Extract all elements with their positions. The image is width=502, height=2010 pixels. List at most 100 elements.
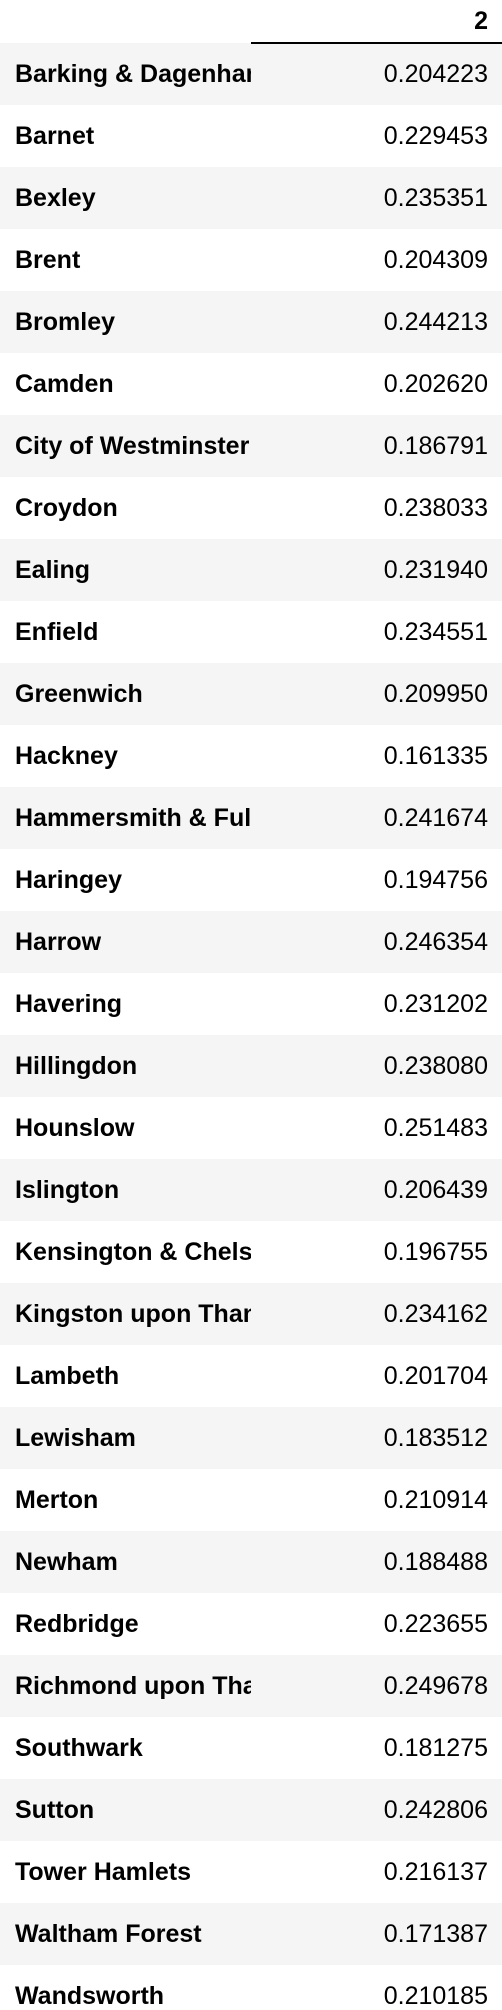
table-row: Richmond upon Thames 0.249678 bbox=[0, 1655, 502, 1717]
row-label: Havering bbox=[15, 989, 122, 1018]
table-row: Kingston upon Thames 0.234162 bbox=[0, 1283, 502, 1345]
table-row: Brent 0.204309 bbox=[0, 229, 502, 291]
row-label: Enfield bbox=[15, 617, 99, 646]
row-label: Barking & Dagenham bbox=[15, 59, 251, 88]
row-label: Bromley bbox=[15, 307, 116, 336]
row-value: 0.171387 bbox=[383, 1919, 488, 1948]
table-row: City of Westminster 0.186791 bbox=[0, 415, 502, 477]
row-label: Merton bbox=[15, 1485, 99, 1514]
row-value: 0.183512 bbox=[383, 1423, 488, 1452]
row-label: Croydon bbox=[15, 493, 118, 522]
row-label: Redbridge bbox=[15, 1609, 139, 1638]
row-value: 0.251483 bbox=[383, 1113, 488, 1142]
row-value: 0.244213 bbox=[383, 307, 488, 336]
row-value: 0.231940 bbox=[383, 555, 488, 584]
table-row: Hounslow 0.251483 bbox=[0, 1097, 502, 1159]
table-row: Sutton 0.242806 bbox=[0, 1779, 502, 1841]
row-value: 0.246354 bbox=[383, 927, 488, 956]
row-label: Newham bbox=[15, 1547, 118, 1576]
row-label: Ealing bbox=[15, 555, 91, 584]
row-label: Barnet bbox=[15, 121, 95, 150]
row-value: 0.161335 bbox=[383, 741, 488, 770]
row-value: 0.181275 bbox=[383, 1733, 488, 1762]
row-value: 0.210914 bbox=[383, 1485, 488, 1514]
row-value: 0.196755 bbox=[383, 1237, 488, 1266]
row-value: 0.186791 bbox=[383, 431, 488, 460]
row-label: Hackney bbox=[15, 741, 118, 770]
row-value: 0.202620 bbox=[383, 369, 488, 398]
row-value: 0.216137 bbox=[383, 1857, 488, 1886]
row-value: 0.194756 bbox=[383, 865, 488, 894]
row-value: 0.188488 bbox=[383, 1547, 488, 1576]
row-value: 0.231202 bbox=[383, 989, 488, 1018]
header-row: 2 bbox=[0, 0, 502, 44]
table-row: Croydon 0.238033 bbox=[0, 477, 502, 539]
row-value: 0.234551 bbox=[383, 617, 488, 646]
row-value: 0.238080 bbox=[383, 1051, 488, 1080]
table-header: 2 bbox=[0, 0, 502, 44]
table-row: Lambeth 0.201704 bbox=[0, 1345, 502, 1407]
row-label: Waltham Forest bbox=[15, 1919, 202, 1948]
row-label: Harrow bbox=[15, 927, 102, 956]
row-label: Richmond upon Thames bbox=[15, 1671, 251, 1700]
table-row: Bromley 0.244213 bbox=[0, 291, 502, 353]
row-value: 0.204223 bbox=[383, 60, 488, 88]
table-row: Lewisham 0.183512 bbox=[0, 1407, 502, 1469]
table-row: Havering 0.231202 bbox=[0, 973, 502, 1035]
row-label: Hammersmith & Fulham bbox=[15, 803, 251, 832]
table-row: Wandsworth 0.210185 bbox=[0, 1965, 502, 2010]
row-label: Southwark bbox=[15, 1733, 143, 1762]
table-row: Greenwich 0.209950 bbox=[0, 663, 502, 725]
row-value: 0.204309 bbox=[383, 245, 488, 274]
row-label: Islington bbox=[15, 1175, 120, 1204]
row-value: 0.209950 bbox=[383, 679, 488, 708]
table-row: Hillingdon 0.238080 bbox=[0, 1035, 502, 1097]
row-value: 0.242806 bbox=[383, 1795, 488, 1824]
row-label: Lewisham bbox=[15, 1423, 136, 1452]
row-value: 0.210185 bbox=[383, 1981, 488, 2010]
row-label: Kingston upon Thames bbox=[15, 1299, 251, 1328]
table-row: Merton 0.210914 bbox=[0, 1469, 502, 1531]
table-row: Barking & Dagenham 0.204223 bbox=[0, 43, 502, 105]
table-row: Barnet 0.229453 bbox=[0, 105, 502, 167]
table-row: Harrow 0.246354 bbox=[0, 911, 502, 973]
table-row: Haringey 0.194756 bbox=[0, 849, 502, 911]
table-row: Islington 0.206439 bbox=[0, 1159, 502, 1221]
table-row: Tower Hamlets 0.216137 bbox=[0, 1841, 502, 1903]
row-label: Camden bbox=[15, 369, 114, 398]
row-value: 0.206439 bbox=[383, 1175, 488, 1204]
column-header: 2 bbox=[251, 0, 502, 44]
row-label: Sutton bbox=[15, 1795, 95, 1824]
row-label: Greenwich bbox=[15, 679, 143, 708]
row-value: 0.235351 bbox=[383, 183, 488, 212]
dataframe-view: 2 Barking & Dagenham 0.204223 Barnet 0.2294… bbox=[0, 0, 502, 2010]
row-value: 0.223655 bbox=[383, 1609, 488, 1638]
row-label: Lambeth bbox=[15, 1361, 120, 1390]
row-label: City of Westminster bbox=[15, 431, 250, 460]
table-row: Newham 0.188488 bbox=[0, 1531, 502, 1593]
row-label: Hillingdon bbox=[15, 1051, 138, 1080]
table-row: Waltham Forest 0.171387 bbox=[0, 1903, 502, 1965]
row-label: Hounslow bbox=[15, 1113, 135, 1142]
table-row: Kensington & Chelsea 0.196755 bbox=[0, 1221, 502, 1283]
table-row: Enfield 0.234551 bbox=[0, 601, 502, 663]
row-value: 0.229453 bbox=[383, 121, 488, 150]
data-table: 2 Barking & Dagenham 0.204223 Barnet 0.2294… bbox=[0, 0, 502, 2010]
table-row: Hackney 0.161335 bbox=[0, 725, 502, 787]
row-label: Brent bbox=[15, 245, 81, 274]
table-row: Redbridge 0.223655 bbox=[0, 1593, 502, 1655]
table-body: Barking & Dagenham 0.204223 Barnet 0.229453… bbox=[0, 43, 502, 2010]
row-value: 0.234162 bbox=[383, 1299, 488, 1328]
row-value: 0.249678 bbox=[383, 1671, 488, 1700]
table-row: Camden 0.202620 bbox=[0, 353, 502, 415]
table-row: Southwark 0.181275 bbox=[0, 1717, 502, 1779]
row-label: Bexley bbox=[15, 183, 96, 212]
row-label: Tower Hamlets bbox=[15, 1857, 191, 1886]
table-row: Ealing 0.231940 bbox=[0, 539, 502, 601]
row-label: Wandsworth bbox=[15, 1981, 165, 2010]
row-label: Haringey bbox=[15, 865, 122, 894]
row-value: 0.241674 bbox=[383, 803, 488, 832]
table-row: Hammersmith & Fulham 0.241674 bbox=[0, 787, 502, 849]
row-value: 0.201704 bbox=[383, 1361, 488, 1390]
index-column-header bbox=[0, 0, 251, 43]
